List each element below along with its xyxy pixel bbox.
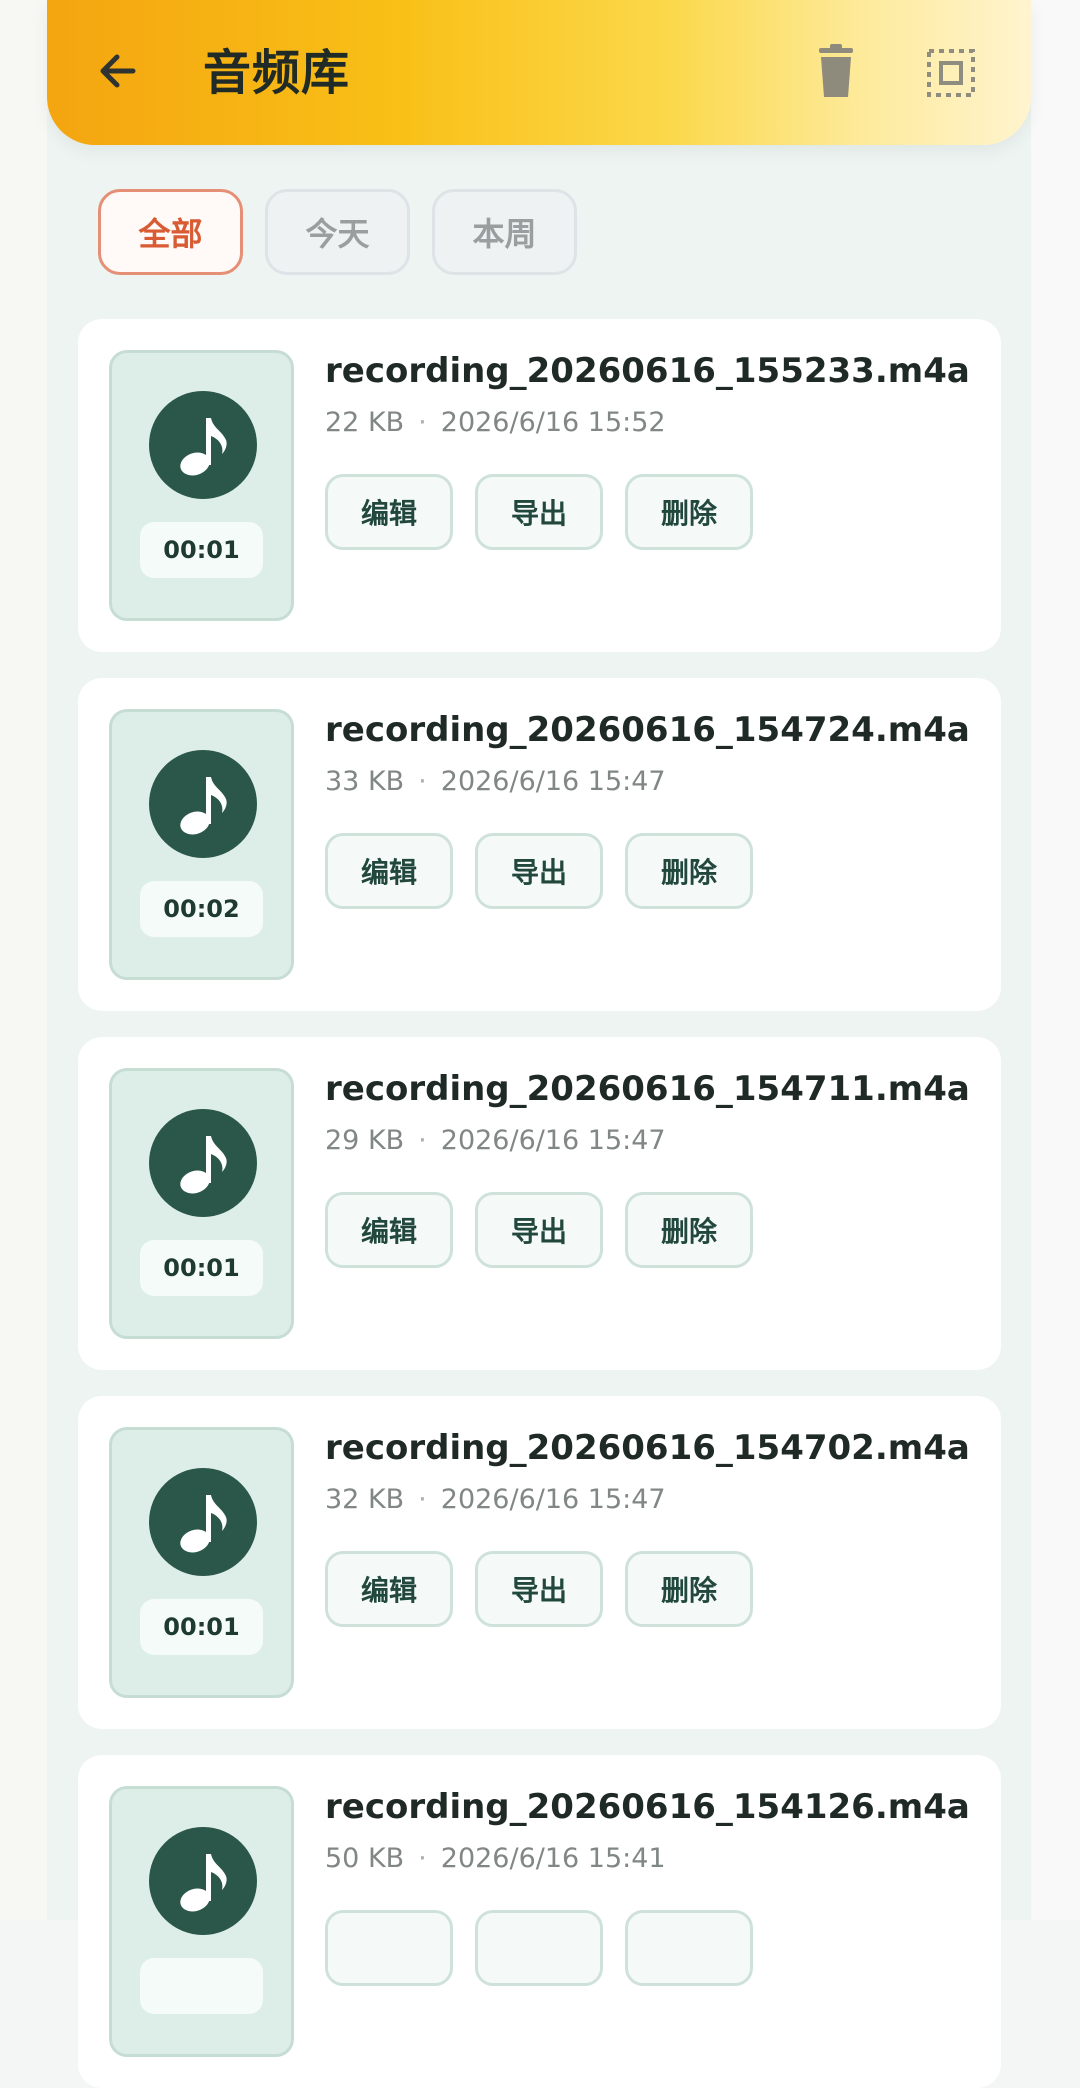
card-actions: 编辑 导出 删除 [325, 1551, 925, 1627]
audio-thumbnail[interactable] [109, 1786, 294, 2057]
page-title: 音频库 [203, 45, 351, 101]
music-note-icon [180, 418, 227, 476]
audio-thumbnail[interactable]: 00:01 [109, 350, 294, 621]
duration-badge: 00:01 [140, 1599, 263, 1655]
delete-all-button[interactable] [809, 43, 863, 101]
card-actions: 编辑 导出 删除 [325, 833, 925, 909]
recording-card[interactable]: 00:01 recording_20260616_154711.m4a 29 K… [78, 1037, 1001, 1370]
duration-badge: 00:01 [140, 522, 263, 578]
music-note-icon [180, 1495, 227, 1553]
filter-chip-this-week[interactable]: 本周 [432, 189, 577, 275]
file-size: 22 KB [325, 407, 405, 438]
music-note-icon [180, 777, 227, 835]
delete-button[interactable]: 删除 [625, 1192, 753, 1268]
meta-separator: · [418, 1843, 427, 1874]
card-actions: 编辑 导出 删除 [325, 474, 925, 550]
top-app-bar [47, 0, 1031, 145]
left-edge [0, 0, 47, 1920]
music-disc [149, 1468, 257, 1576]
export-button[interactable]: 导出 [475, 1192, 603, 1268]
file-meta: 50 KB · 2026/6/16 15:41 [325, 1841, 666, 1877]
audio-thumbnail[interactable]: 00:02 [109, 709, 294, 980]
duration-badge [140, 1958, 263, 2014]
music-disc [149, 391, 257, 499]
edit-button[interactable]: 编辑 [325, 1192, 453, 1268]
music-note-icon [180, 1854, 227, 1912]
filter-chip-today[interactable]: 今天 [265, 189, 410, 275]
select-all-icon [927, 49, 975, 97]
file-meta: 22 KB · 2026/6/16 15:52 [325, 405, 666, 441]
file-datetime: 2026/6/16 15:47 [440, 1484, 666, 1515]
trash-icon [819, 44, 853, 97]
meta-separator: · [418, 1484, 427, 1515]
delete-button[interactable]: 删除 [625, 1551, 753, 1627]
file-datetime: 2026/6/16 15:41 [440, 1843, 666, 1874]
edit-button[interactable]: 编辑 [325, 474, 453, 550]
card-actions: 编辑 导出 删除 [325, 1192, 925, 1268]
export-button[interactable]: 导出 [475, 833, 603, 909]
file-datetime: 2026/6/16 15:52 [440, 407, 666, 438]
file-name: recording_20260616_154724.m4a [325, 710, 970, 750]
file-size: 33 KB [325, 766, 405, 797]
file-name: recording_20260616_155233.m4a [325, 351, 970, 391]
file-size: 29 KB [325, 1125, 405, 1156]
edit-button[interactable] [325, 1910, 453, 1986]
edit-button[interactable]: 编辑 [325, 1551, 453, 1627]
meta-separator: · [418, 1125, 427, 1156]
file-datetime: 2026/6/16 15:47 [440, 766, 666, 797]
music-disc [149, 1827, 257, 1935]
card-actions [325, 1910, 925, 1986]
export-button[interactable]: 导出 [475, 1551, 603, 1627]
file-datetime: 2026/6/16 15:47 [440, 1125, 666, 1156]
recording-card[interactable]: 00:01 recording_20260616_154702.m4a 32 K… [78, 1396, 1001, 1729]
recording-card[interactable]: 00:02 recording_20260616_154724.m4a 33 K… [78, 678, 1001, 1011]
right-edge [1031, 0, 1080, 1920]
recording-card[interactable]: 00:01 recording_20260616_155233.m4a 22 K… [78, 319, 1001, 652]
duration-badge: 00:02 [140, 881, 263, 937]
export-button[interactable] [475, 1910, 603, 1986]
file-name: recording_20260616_154126.m4a [325, 1787, 970, 1827]
audio-thumbnail[interactable]: 00:01 [109, 1068, 294, 1339]
filter-chip-all[interactable]: 全部 [98, 189, 243, 275]
file-meta: 32 KB · 2026/6/16 15:47 [325, 1482, 666, 1518]
duration-badge: 00:01 [140, 1240, 263, 1296]
music-note-icon [180, 1136, 227, 1194]
delete-button[interactable]: 删除 [625, 474, 753, 550]
meta-separator: · [418, 407, 427, 438]
recording-card[interactable]: recording_20260616_154126.m4a 50 KB · 2026… [78, 1755, 1001, 2088]
delete-button[interactable] [625, 1910, 753, 1986]
file-size: 32 KB [325, 1484, 405, 1515]
file-name: recording_20260616_154711.m4a [325, 1069, 970, 1109]
file-size: 50 KB [325, 1843, 405, 1874]
select-all-button[interactable] [923, 45, 979, 101]
delete-button[interactable]: 删除 [625, 833, 753, 909]
edit-button[interactable]: 编辑 [325, 833, 453, 909]
export-button[interactable]: 导出 [475, 474, 603, 550]
meta-separator: · [418, 766, 427, 797]
music-disc [149, 1109, 257, 1217]
file-meta: 33 KB · 2026/6/16 15:47 [325, 764, 666, 800]
file-name: recording_20260616_154702.m4a [325, 1428, 970, 1468]
audio-thumbnail[interactable]: 00:01 [109, 1427, 294, 1698]
file-meta: 29 KB · 2026/6/16 15:47 [325, 1123, 666, 1159]
arrow-left-icon [100, 54, 136, 88]
music-disc [149, 750, 257, 858]
back-button[interactable] [86, 38, 152, 104]
